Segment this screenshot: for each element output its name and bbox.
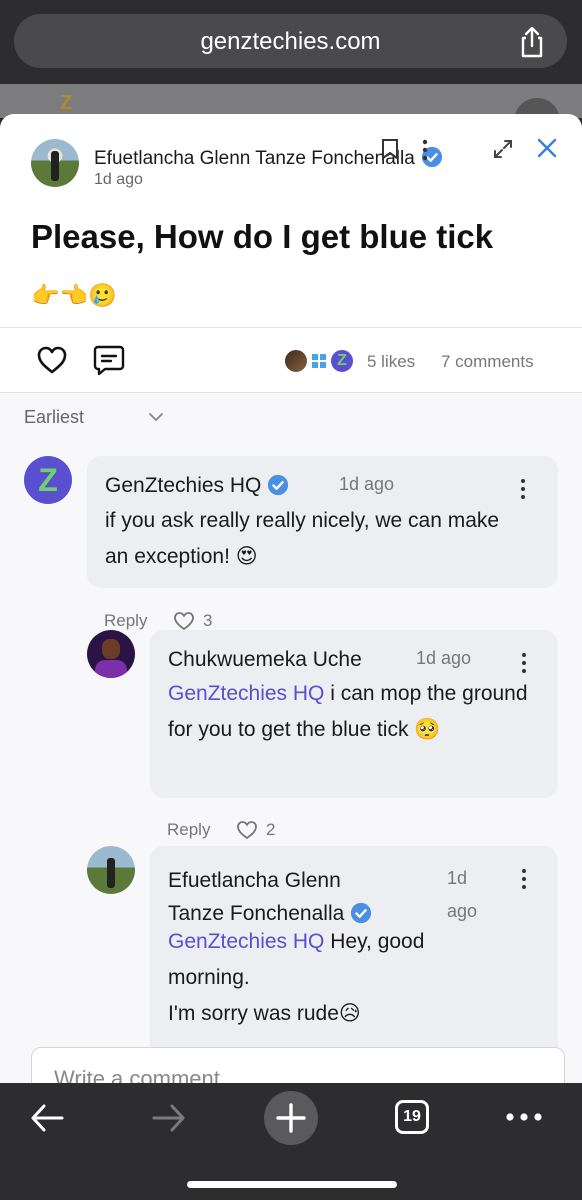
comment-text: GenZtechies HQ Hey, good morning. I'm sorr… <box>168 930 425 1025</box>
reactor-avatar-genz[interactable]: Z <box>329 348 355 374</box>
heart-icon[interactable] <box>173 611 195 631</box>
composer-placeholder: Write a comment <box>54 1066 220 1084</box>
comments-count[interactable]: 7 comments <box>441 352 534 372</box>
address-bar[interactable]: genztechies.com <box>14 14 567 68</box>
post-modal: Efuetlancha Glenn Tanze Fonchenalla 1d a… <box>0 114 582 1084</box>
comment-menu-icon[interactable] <box>520 868 528 890</box>
forward-arrow-icon[interactable] <box>152 1103 186 1133</box>
post-title: Please, How do I get blue tick <box>31 218 494 255</box>
post-menu-icon[interactable] <box>420 138 430 162</box>
back-arrow-icon[interactable] <box>30 1103 64 1133</box>
verified-badge-icon <box>268 474 289 496</box>
post-author-avatar[interactable] <box>31 139 79 187</box>
chevron-down-icon[interactable] <box>148 411 164 423</box>
comment-icon[interactable] <box>93 344 125 376</box>
expand-icon[interactable] <box>492 138 514 160</box>
like-heart-icon[interactable] <box>37 346 67 374</box>
post-time: 1d ago <box>94 171 143 188</box>
windows-logo-icon <box>312 354 326 368</box>
comment-menu-icon[interactable] <box>519 478 527 500</box>
url-text: genztechies.com <box>200 28 381 55</box>
sort-dropdown-label[interactable]: Earliest <box>24 407 84 428</box>
comment-time: 1d ago <box>447 868 478 921</box>
comment-text: if you ask really really nicely, we can … <box>105 509 500 568</box>
comment-text: GenZtechies HQ i can mop the ground for … <box>168 682 528 741</box>
avatar[interactable] <box>87 630 135 678</box>
close-icon[interactable] <box>535 136 559 160</box>
avatar[interactable]: Z <box>24 456 72 504</box>
comment-author[interactable]: Efuetlancha Glenn Tanze Fonchenalla <box>168 864 372 930</box>
bookmark-icon[interactable] <box>381 138 399 160</box>
comment-time: 1d ago <box>339 474 395 494</box>
reply-button[interactable]: Reply <box>167 820 210 840</box>
comment-composer[interactable]: Write a comment <box>31 1047 565 1084</box>
reactor-avatar[interactable] <box>283 348 309 374</box>
comment-author[interactable]: GenZtechies HQ <box>105 474 289 498</box>
comment-bubble: Chukwuemeka Uche 1d ago GenZtechies HQ i… <box>150 630 558 798</box>
divider <box>0 327 582 328</box>
likes-count[interactable]: 5 likes <box>367 352 415 372</box>
share-icon[interactable] <box>517 26 547 58</box>
reply-button[interactable]: Reply <box>104 611 147 631</box>
mention-link[interactable]: GenZtechies HQ <box>168 930 324 953</box>
new-tab-button[interactable] <box>264 1091 318 1145</box>
comment-like-count: 3 <box>203 611 213 630</box>
heart-icon[interactable] <box>236 820 258 840</box>
comment-menu-icon[interactable] <box>520 652 528 674</box>
more-menu-icon[interactable] <box>506 1113 542 1121</box>
browser-bottom-bar: 19 <box>0 1083 582 1200</box>
comment-bubble: GenZtechies HQ 1d ago if you ask really … <box>87 456 558 588</box>
background-page <box>0 84 582 118</box>
background-logo: Z <box>60 92 73 114</box>
verified-badge-icon <box>351 902 372 924</box>
comment-like-count: 2 <box>266 820 276 839</box>
post-body: 👉👈🥲 <box>31 282 117 308</box>
home-indicator <box>187 1181 397 1188</box>
mention-link[interactable]: GenZtechies HQ <box>168 682 324 705</box>
plus-icon <box>276 1103 306 1133</box>
tab-switcher-button[interactable]: 19 <box>395 1100 429 1134</box>
comment-time: 1d ago <box>416 648 472 668</box>
avatar[interactable] <box>87 846 135 894</box>
comment-author[interactable]: Chukwuemeka Uche <box>168 648 362 672</box>
comments-section: Earliest Z GenZtechies HQ 1d ago if you … <box>0 393 582 1084</box>
browser-top-bar: genztechies.com <box>0 0 582 84</box>
